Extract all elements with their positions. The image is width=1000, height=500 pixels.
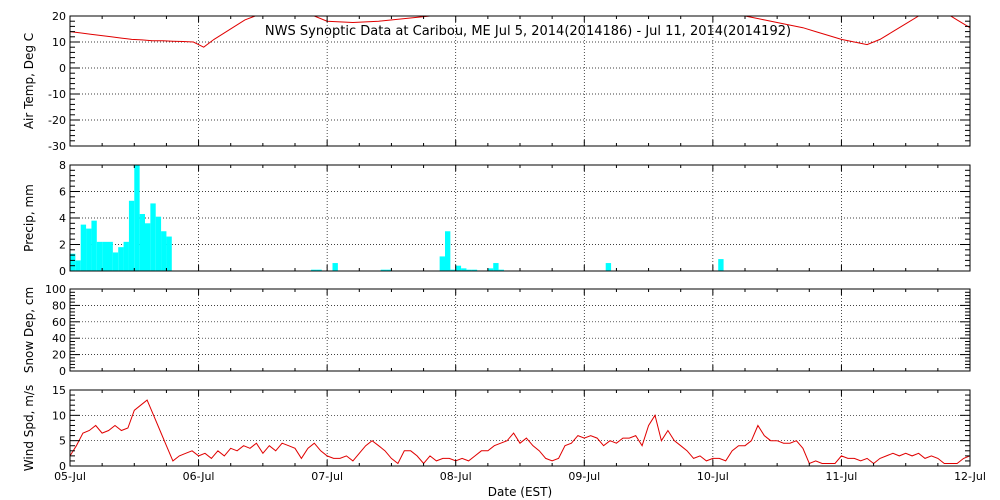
snow_dep-frame (69, 288, 971, 372)
wind_spd-ytick-label: 10 (52, 409, 66, 422)
chart-canvas: -30 -20 -10 0 10 20 Air Temp, Deg C 0 2 4 6 8 Precip… (22, 10, 986, 499)
precip-bar (75, 260, 81, 271)
precip-bar (166, 236, 172, 271)
precip-bar (439, 256, 446, 271)
x-tick-label: 10-Jul (697, 470, 729, 483)
precip-bar (86, 228, 92, 271)
precip-bar (80, 224, 87, 271)
x-tick-label: 11-Jul (825, 470, 857, 483)
precip-bar (605, 263, 612, 271)
x-axis-label: Date (EST) (488, 485, 552, 499)
precip-bar (91, 220, 97, 271)
precip-ytick-label: 2 (59, 239, 66, 252)
precip-bar (139, 214, 146, 271)
precip-bar (102, 241, 108, 271)
precip-bar (445, 231, 451, 271)
air_temp-ytick-label: -10 (48, 88, 66, 101)
precip-bar (455, 265, 462, 271)
precip-ytick-label: 4 (59, 212, 66, 225)
precip-bar (161, 231, 167, 271)
chart-title: NWS Synoptic Data at Caribou, ME Jul 5, … (265, 24, 791, 39)
air_temp-ytick-label: 20 (52, 10, 66, 23)
precip-bar (150, 203, 156, 271)
precip-bar (96, 241, 103, 271)
precip-ylabel: Precip, mm (22, 184, 36, 252)
precip-bar (718, 259, 724, 271)
precip-bar (118, 247, 124, 271)
x-tick-label: 06-Jul (183, 470, 215, 483)
x-tick-label: 09-Jul (568, 470, 600, 483)
air_temp-ylabel: Air Temp, Deg C (22, 33, 36, 129)
precip-bar (107, 241, 113, 271)
precip-bar (123, 241, 129, 271)
precip-ytick-label: 0 (59, 265, 66, 278)
snow_dep-ytick-label: 0 (59, 365, 66, 378)
wind_spd-ytick-label: 5 (59, 435, 66, 448)
x-tick-label: 07-Jul (311, 470, 343, 483)
air_temp-ytick-label: 0 (59, 62, 66, 75)
precip-ytick-label: 6 (59, 186, 66, 199)
precip-bar (112, 252, 119, 271)
air_temp-ytick-label: -30 (48, 140, 66, 153)
precip-bar (332, 263, 338, 271)
precip-ytick-label: 8 (59, 159, 66, 172)
air_temp-ytick-label: 10 (52, 36, 66, 49)
air_temp-ytick-label: -20 (48, 114, 66, 127)
wind_spd-series-line (70, 399, 970, 465)
x-tick-label: 05-Jul (54, 470, 86, 483)
x-tick-label: 12-Jul (954, 470, 986, 483)
wind_spd-ytick-label: 15 (52, 384, 66, 397)
precip-bar (134, 165, 140, 271)
wind_spd-ylabel: Wind Spd, m/s (22, 385, 36, 471)
precip-bar (493, 263, 499, 271)
precip-bar (144, 223, 151, 271)
precip-bar (70, 253, 76, 271)
snow_dep-ylabel: Snow Dep, cm (22, 287, 36, 373)
snow_dep-ytick-label: 40 (52, 332, 66, 345)
precip-bar (155, 216, 162, 271)
snow_dep-ytick-label: 20 (52, 349, 66, 362)
snow_dep-ytick-label: 60 (52, 316, 66, 329)
snow_dep-ytick-label: 80 (52, 299, 66, 312)
snow_dep-ytick-label: 100 (45, 283, 66, 296)
wind_spd-frame (69, 389, 971, 467)
precip-bar (128, 200, 135, 271)
x-tick-label: 08-Jul (440, 470, 472, 483)
